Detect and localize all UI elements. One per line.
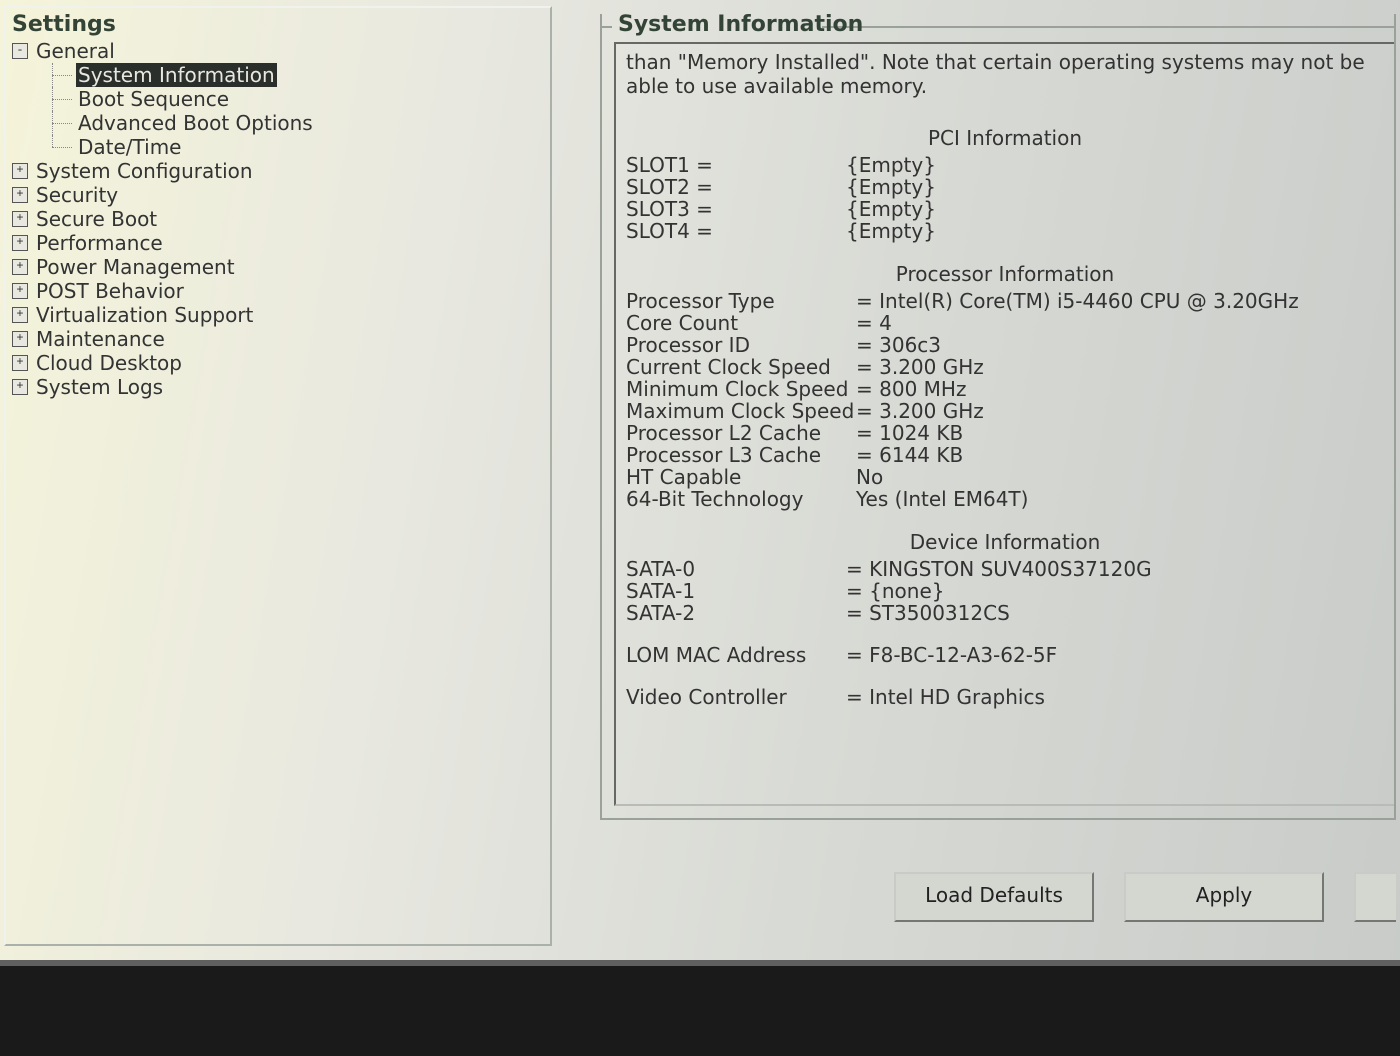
kv-label: Core Count [626, 312, 856, 334]
kv-value: KINGSTON SUV400S37120G [846, 558, 1384, 580]
kv-label: Minimum Clock Speed [626, 378, 856, 400]
tree-label: Advanced Boot Options [76, 111, 315, 135]
kv-value: 306c3 [856, 334, 1384, 356]
tree-item-advanced-boot-options[interactable]: Advanced Boot Options [12, 111, 544, 135]
kv-label: Processor Type [626, 290, 856, 312]
panel-legend: System Information [614, 12, 867, 37]
tree-label: System Configuration [34, 159, 255, 183]
tree-label: Performance [34, 231, 165, 255]
tree-item-virtualization-support[interactable]: + Virtualization Support [12, 303, 544, 327]
kv-label: HT Capable [626, 466, 856, 488]
kv-label: Current Clock Speed [626, 356, 856, 378]
tree-label: Date/Time [76, 135, 184, 159]
tree-label: System Information [76, 63, 277, 87]
kv-value: F8-BC-12-A3-62-5F [846, 644, 1384, 666]
kv-label: Processor L3 Cache [626, 444, 856, 466]
kv-label: SLOT1 = [626, 154, 846, 176]
tree-item-system-logs[interactable]: + System Logs [12, 375, 544, 399]
tree-item-boot-sequence[interactable]: Boot Sequence [12, 87, 544, 111]
kv-value: Yes (Intel EM64T) [856, 488, 1384, 510]
kv-value: {Empty} [846, 176, 1384, 198]
load-defaults-button[interactable]: Load Defaults [894, 872, 1094, 922]
kv-label: 64-Bit Technology [626, 488, 856, 510]
kv-value: Intel(R) Core(TM) i5-4460 CPU @ 3.20GHz [856, 290, 1384, 312]
tree-item-power-management[interactable]: + Power Management [12, 255, 544, 279]
pci-section-title: PCI Information [626, 126, 1384, 150]
tree-item-system-information[interactable]: System Information [12, 63, 544, 87]
system-information-panel: System Information than "Memory Installe… [600, 14, 1396, 820]
settings-tree-panel: Settings - General System Information Bo… [4, 6, 552, 946]
device-sata: SATA-0 KINGSTON SUV400S37120G SATA-1 {no… [626, 558, 1384, 624]
kv-label: Processor ID [626, 334, 856, 356]
kv-label: SATA-1 [626, 580, 846, 602]
tree-item-system-configuration[interactable]: + System Configuration [12, 159, 544, 183]
kv-value: 800 MHz [856, 378, 1384, 400]
apply-button[interactable]: Apply [1124, 872, 1324, 922]
tree-item-post-behavior[interactable]: + POST Behavior [12, 279, 544, 303]
expand-icon[interactable]: + [12, 283, 28, 299]
monitor-bezel [0, 960, 1400, 1056]
expand-icon[interactable]: + [12, 163, 28, 179]
expand-icon[interactable]: + [12, 331, 28, 347]
tree-label: Secure Boot [34, 207, 159, 231]
kv-value: {Empty} [846, 198, 1384, 220]
tree-item-general[interactable]: - General [12, 39, 544, 63]
tree-label: Power Management [34, 255, 237, 279]
tree-label: Maintenance [34, 327, 167, 351]
kv-label: SATA-2 [626, 602, 846, 624]
kv-label: Video Controller [626, 686, 846, 708]
device-extra: LOM MAC Address F8-BC-12-A3-62-5F [626, 644, 1384, 666]
tree-label: Virtualization Support [34, 303, 255, 327]
expand-icon[interactable]: + [12, 187, 28, 203]
settings-title: Settings [12, 12, 544, 37]
kv-label: Processor L2 Cache [626, 422, 856, 444]
expand-icon[interactable]: + [12, 355, 28, 371]
settings-tree: - General System Information Boot Sequen… [12, 39, 544, 399]
expand-icon[interactable]: + [12, 379, 28, 395]
kv-value: 4 [856, 312, 1384, 334]
tree-item-date-time[interactable]: Date/Time [12, 135, 544, 159]
kv-value: {Empty} [846, 220, 1384, 242]
kv-value: 3.200 GHz [856, 400, 1384, 422]
expand-icon[interactable]: + [12, 259, 28, 275]
kv-value: {none} [846, 580, 1384, 602]
kv-label: Maximum Clock Speed [626, 400, 856, 422]
kv-label: SATA-0 [626, 558, 846, 580]
expand-icon[interactable]: + [12, 235, 28, 251]
button-bar: Load Defaults Apply [600, 872, 1396, 936]
tree-label: General [34, 39, 117, 63]
exit-button-partial[interactable] [1354, 872, 1396, 922]
kv-value: 1024 KB [856, 422, 1384, 444]
kv-label: SLOT4 = [626, 220, 846, 242]
kv-value: 6144 KB [856, 444, 1384, 466]
tree-label: Cloud Desktop [34, 351, 184, 375]
tree-item-secure-boot[interactable]: + Secure Boot [12, 207, 544, 231]
kv-value: Intel HD Graphics [846, 686, 1384, 708]
kv-label: LOM MAC Address [626, 644, 846, 666]
kv-value: No [856, 466, 1384, 488]
kv-value: 3.200 GHz [856, 356, 1384, 378]
kv-value: {Empty} [846, 154, 1384, 176]
tree-label: System Logs [34, 375, 165, 399]
tree-label: Security [34, 183, 120, 207]
kv-value: ST3500312CS [846, 602, 1384, 624]
tree-item-maintenance[interactable]: + Maintenance [12, 327, 544, 351]
pci-slots: SLOT1 = {Empty} SLOT2 = {Empty} SLOT3 = … [626, 154, 1384, 242]
processor-info: Processor Type Intel(R) Core(TM) i5-4460… [626, 290, 1384, 510]
info-box: than "Memory Installed". Note that certa… [614, 42, 1394, 806]
tree-item-security[interactable]: + Security [12, 183, 544, 207]
processor-section-title: Processor Information [626, 262, 1384, 286]
tree-item-performance[interactable]: + Performance [12, 231, 544, 255]
expand-icon[interactable]: + [12, 211, 28, 227]
collapse-icon[interactable]: - [12, 43, 28, 59]
tree-label: POST Behavior [34, 279, 186, 303]
device-extra2: Video Controller Intel HD Graphics [626, 686, 1384, 708]
expand-icon[interactable]: + [12, 307, 28, 323]
tree-label: Boot Sequence [76, 87, 231, 111]
kv-label: SLOT2 = [626, 176, 846, 198]
tree-item-cloud-desktop[interactable]: + Cloud Desktop [12, 351, 544, 375]
device-section-title: Device Information [626, 530, 1384, 554]
memory-note-text: than "Memory Installed". Note that certa… [626, 50, 1384, 98]
kv-label: SLOT3 = [626, 198, 846, 220]
